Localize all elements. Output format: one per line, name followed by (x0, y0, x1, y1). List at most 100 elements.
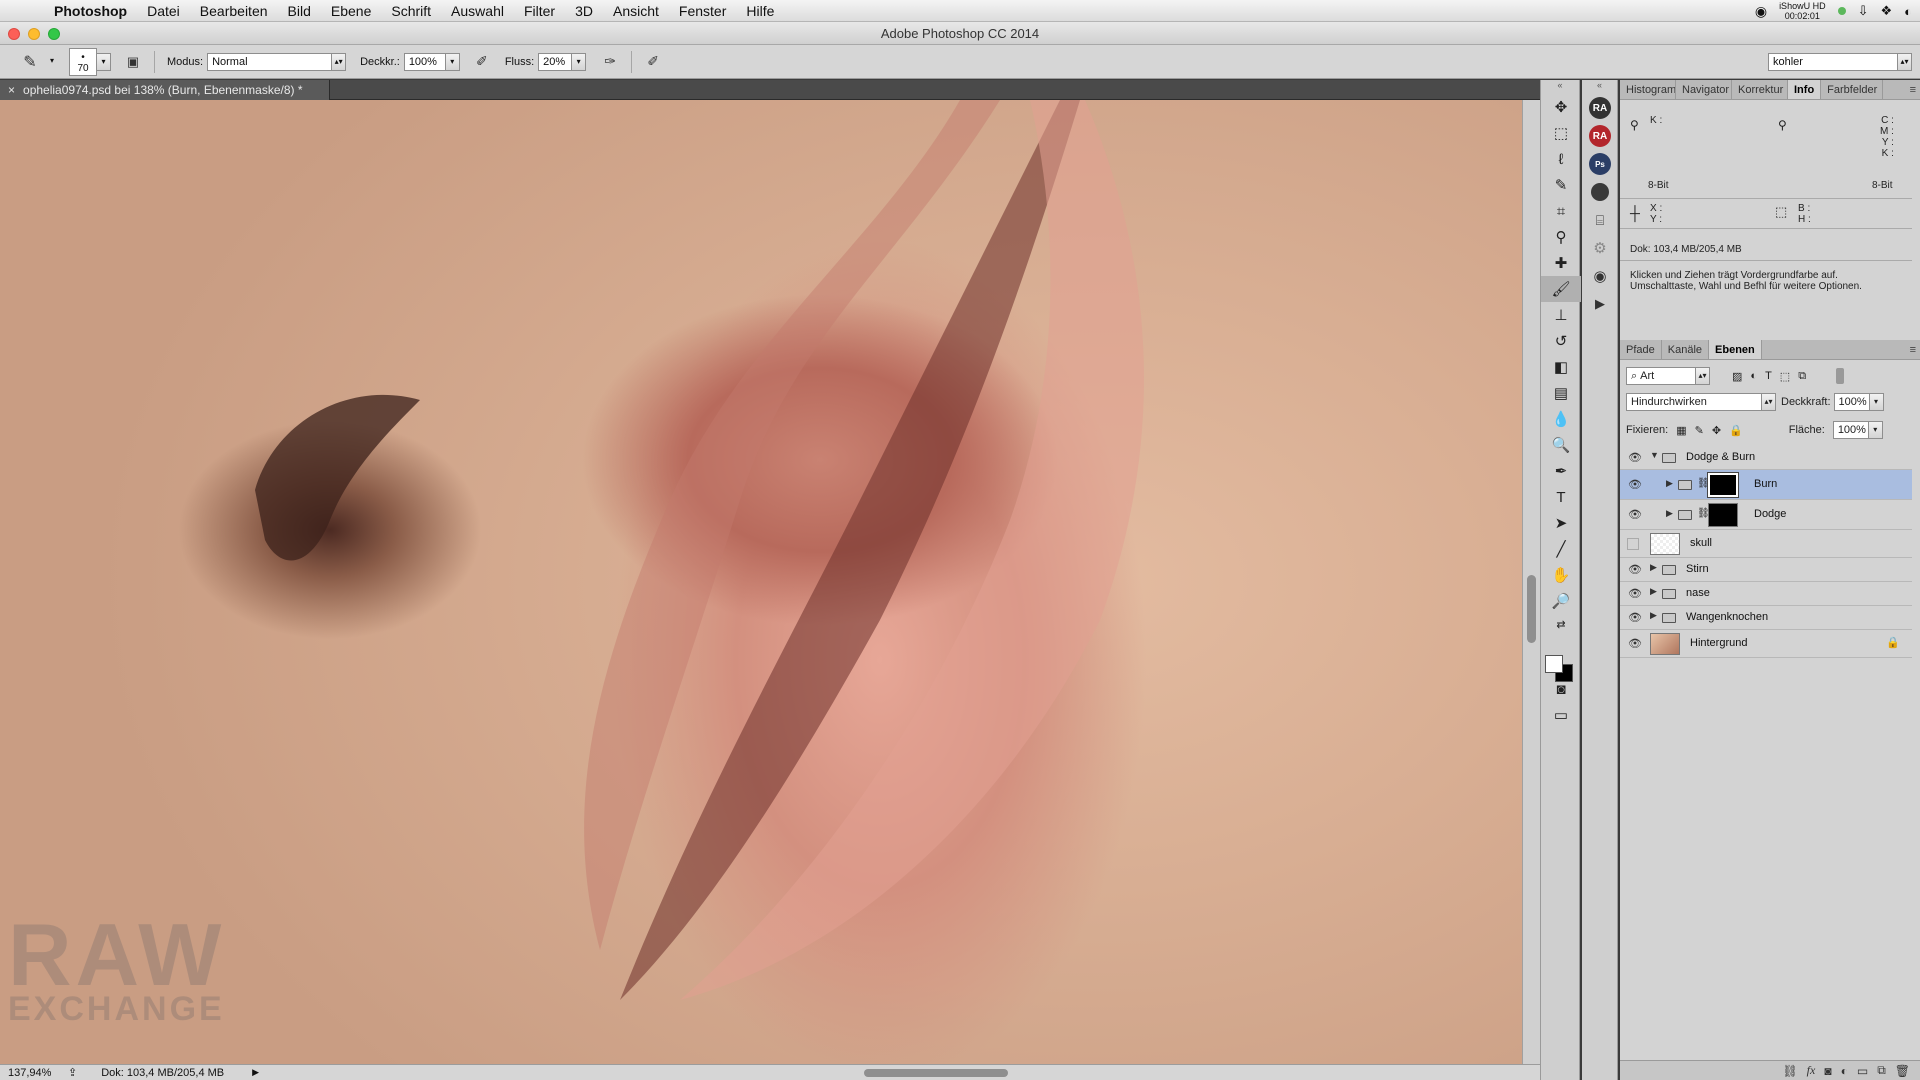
layer-mask-thumbnail[interactable] (1707, 472, 1739, 498)
tab-ebenen[interactable]: Ebenen (1709, 340, 1762, 359)
menu-ansicht[interactable]: Ansicht (603, 0, 669, 22)
eye-panel-icon[interactable]: ◉ (1582, 262, 1618, 290)
brush-tool-preset-icon[interactable]: ✎ (18, 50, 42, 74)
eraser-tool-icon[interactable]: ◧ (1541, 354, 1581, 380)
filter-toggle-icon[interactable] (1836, 368, 1845, 384)
adjustment-layer-icon[interactable]: ◐ (1841, 1064, 1848, 1078)
screen-mode-icon[interactable]: ▭ (1541, 702, 1581, 728)
circle-panel[interactable] (1582, 178, 1618, 206)
lock-position-icon[interactable]: ✥ (1712, 424, 1721, 437)
pressure-size-icon[interactable]: ✐ (641, 50, 665, 74)
layer-row-stirn[interactable]: 👁 ▶ Stirn (1620, 558, 1912, 582)
pressure-opacity-icon[interactable]: ✐ (470, 50, 494, 74)
brush-size-dropdown[interactable]: ▾ (97, 52, 111, 71)
eyedropper-tool-icon[interactable]: ⚲ (1541, 224, 1581, 250)
gear-panel-icon[interactable]: ⚙ (1582, 234, 1618, 262)
document-tab[interactable]: × ophelia0974.psd bei 138% (Burn, Ebenenm… (0, 80, 330, 100)
recorder-status[interactable]: iShowU HD 00:02:01 (1779, 1, 1826, 21)
crop-tool-icon[interactable]: ⌗ (1541, 198, 1581, 224)
tab-navigator[interactable]: Navigator (1676, 80, 1732, 99)
menu-fenster[interactable]: Fenster (669, 0, 736, 22)
creative-cloud-icon[interactable]: ◉ (1755, 3, 1767, 20)
vertical-scroll-thumb[interactable] (1527, 575, 1536, 643)
brush-tool-icon[interactable]: 🖌 (1541, 276, 1581, 302)
mode-select[interactable]: Normal (207, 52, 333, 71)
upload-icon[interactable]: ⇩ (1858, 3, 1869, 19)
menu-auswahl[interactable]: Auswahl (441, 0, 514, 22)
layer-filter-select[interactable]: ⌕ Art (1626, 367, 1696, 385)
menu-filter[interactable]: Filter (514, 0, 565, 22)
visibility-eye-icon[interactable]: 👁 (1628, 508, 1642, 521)
blend-mode-arrow[interactable]: ▴▾ (1762, 393, 1776, 411)
foreground-color-swatch[interactable] (1545, 655, 1563, 673)
panel-menu-icon[interactable]: ≡ (1910, 340, 1916, 360)
eyedropper-sample-icon[interactable]: ⚲ (1630, 119, 1639, 131)
menu-schrift[interactable]: Schrift (381, 0, 441, 22)
gradient-tool-icon[interactable]: ▤ (1541, 380, 1581, 406)
quick-selection-tool-icon[interactable]: ✎ (1541, 172, 1581, 198)
filter-shape-icon[interactable]: ⬚ (1780, 370, 1790, 383)
new-group-icon[interactable]: ▭ (1857, 1064, 1868, 1078)
menu-datei[interactable]: Datei (137, 0, 190, 22)
lock-pixels-icon[interactable]: ✎ (1695, 424, 1704, 437)
filter-pixel-icon[interactable]: ▨ (1732, 370, 1742, 383)
layer-row-dodge[interactable]: 👁 ▶ ⛓ Dodge (1620, 500, 1912, 530)
menu-ebene[interactable]: Ebene (321, 0, 381, 22)
zoom-level[interactable]: 137,94% (0, 1067, 60, 1079)
expand-triangle-icon[interactable]: ▶ (1666, 478, 1673, 489)
zoom-tool-icon[interactable]: 🔎 (1541, 588, 1581, 614)
flow-dropdown[interactable]: ▾ (572, 52, 587, 71)
lock-transparent-icon[interactable]: ▦ (1676, 424, 1686, 437)
visibility-eye-icon[interactable]: 👁 (1628, 478, 1642, 491)
vertical-scrollbar[interactable] (1522, 100, 1540, 1064)
brush-panel-toggle-icon[interactable]: ▣ (121, 50, 145, 74)
visibility-eye-icon[interactable]: 👁 (1628, 637, 1642, 650)
workspace-select[interactable]: kohler (1768, 52, 1898, 71)
tab-kanaele[interactable]: Kanäle (1662, 340, 1710, 359)
expand-triangle-icon[interactable]: ▶ (1666, 508, 1673, 519)
tab-info[interactable]: Info (1788, 80, 1822, 99)
close-tab-icon[interactable]: × (8, 83, 15, 97)
tab-histogram[interactable]: Histogram (1620, 80, 1676, 99)
minimize-window-icon[interactable] (28, 28, 40, 40)
filter-smart-object-icon[interactable]: ⧉ (1798, 370, 1806, 383)
clone-stamp-tool-icon[interactable]: ⊥ (1541, 302, 1581, 328)
layer-row-dodge-burn[interactable]: 👁 ▼ Dodge & Burn (1620, 446, 1912, 470)
new-layer-icon[interactable]: ⧉ (1877, 1063, 1886, 1078)
visibility-eye-icon[interactable]: 👁 (1628, 563, 1642, 576)
layer-row-nase[interactable]: 👁 ▶ nase (1620, 582, 1912, 606)
filter-adjustment-icon[interactable]: ◐ (1750, 370, 1757, 382)
layer-opacity-input[interactable]: 100% (1833, 393, 1870, 411)
close-window-icon[interactable] (8, 28, 20, 40)
panel-menu-icon[interactable]: ≡ (1910, 80, 1916, 100)
opacity-input[interactable]: 100% (403, 52, 446, 71)
lock-all-icon[interactable]: 🔒 (1729, 424, 1743, 437)
expand-triangle-icon[interactable]: ▼ (1650, 450, 1659, 460)
tab-farbfelder[interactable]: Farbfelder (1821, 80, 1884, 99)
layer-row-hintergrund[interactable]: 👁 Hintergrund 🔒 (1620, 630, 1912, 658)
layer-opacity-dropdown[interactable]: ▾ (1869, 393, 1884, 411)
flow-input[interactable]: 20% (538, 52, 573, 71)
workspace-select-arrow[interactable]: ▴▾ (1898, 52, 1912, 71)
menu-bearbeiten[interactable]: Bearbeiten (190, 0, 278, 22)
expand-triangle-icon[interactable]: ▶ (1650, 610, 1657, 621)
layer-filter-arrow[interactable]: ▴▾ (1696, 367, 1710, 385)
ps-plugin-panel[interactable]: Ps (1582, 150, 1618, 178)
menu-bild[interactable]: Bild (278, 0, 321, 22)
tab-pfade[interactable]: Pfade (1620, 340, 1662, 359)
brush-size-picker[interactable]: • 70 (69, 47, 97, 76)
tab-korrektur[interactable]: Korrektur (1732, 80, 1788, 99)
move-tool-icon[interactable]: ✥ (1541, 94, 1581, 120)
filter-type-icon[interactable]: T (1765, 370, 1772, 382)
status-menu-arrow-icon[interactable]: ▶ (252, 1067, 259, 1078)
panel-collapse-icon[interactable]: « (1541, 80, 1579, 94)
layer-row-skull[interactable]: skull (1620, 530, 1912, 558)
visibility-empty-box[interactable] (1627, 538, 1639, 550)
healing-brush-tool-icon[interactable]: ✚ (1541, 250, 1581, 276)
panel-collapse-icon[interactable]: « (1582, 80, 1617, 94)
chevron-down-icon[interactable]: ▾ (45, 53, 59, 71)
layer-mask-thumbnail[interactable] (1708, 503, 1738, 527)
add-mask-icon[interactable]: ◙ (1824, 1064, 1831, 1078)
opacity-dropdown[interactable]: ▾ (445, 52, 460, 71)
visibility-eye-icon[interactable]: 👁 (1628, 587, 1642, 600)
